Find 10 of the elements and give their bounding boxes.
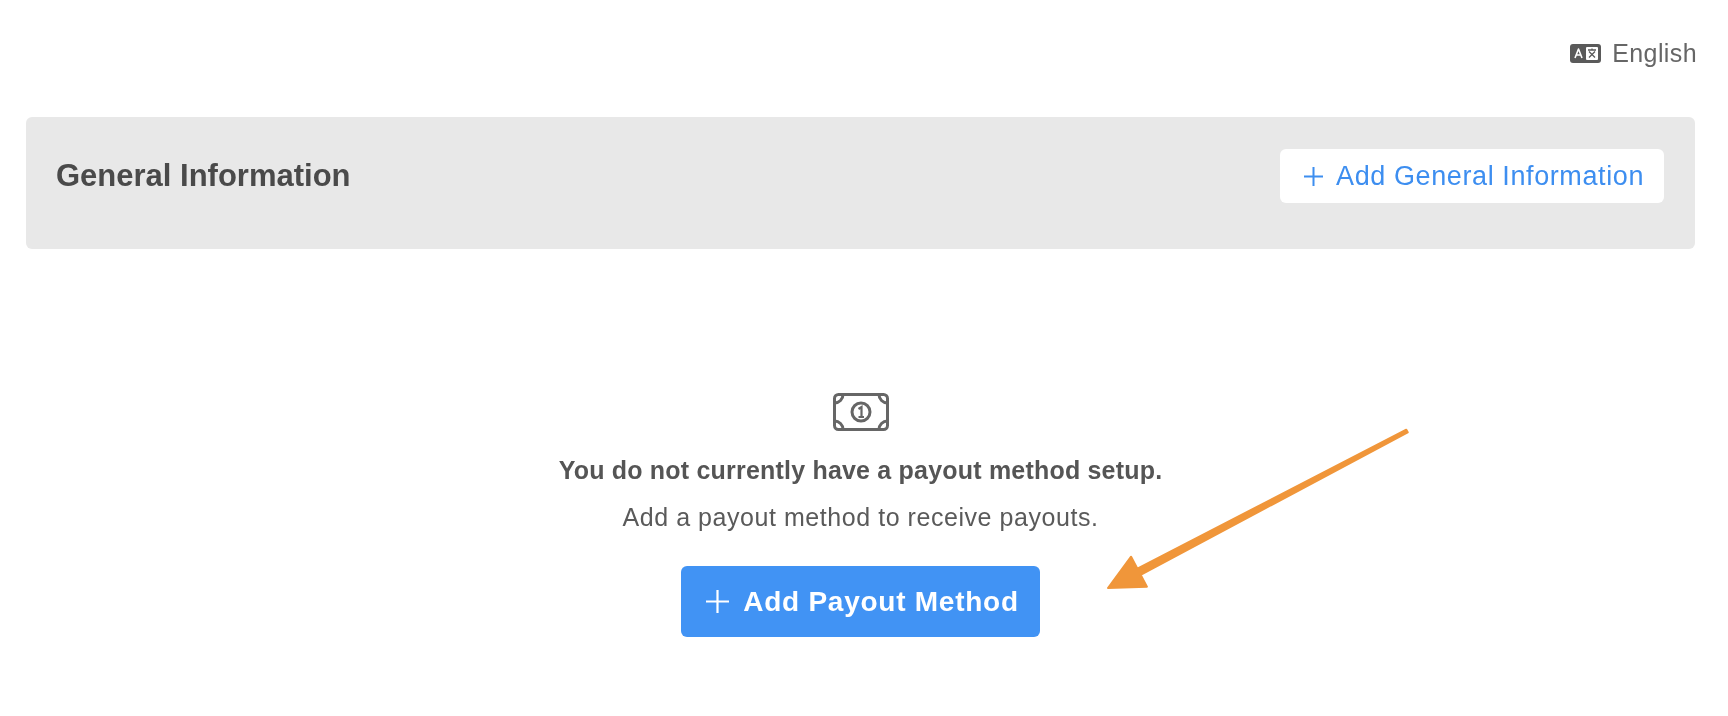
empty-state-message: Add a payout method to receive payouts. <box>622 502 1099 532</box>
plus-icon <box>1304 166 1324 186</box>
add-payout-method-button[interactable]: Add Payout Method <box>681 566 1040 637</box>
plus-icon <box>706 590 730 613</box>
language-button[interactable]: English <box>1570 38 1697 68</box>
banknote-icon <box>832 393 889 431</box>
translate-icon <box>1570 43 1602 63</box>
empty-state-title: You do not currently have a payout method setup. <box>558 455 1163 485</box>
section-title: General Information <box>56 158 351 194</box>
add-general-information-button[interactable]: Add General Information <box>1280 149 1664 203</box>
